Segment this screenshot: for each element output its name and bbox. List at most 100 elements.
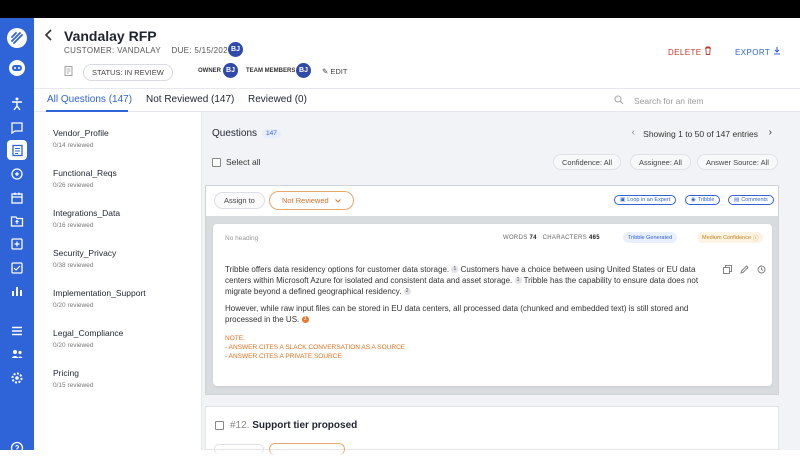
sidebar-item-functional-reqs[interactable]: Functional_Reqs 0/26 reviewed [53,168,117,189]
word-character-count: WORDS 74 CHARACTERS 465 [503,235,600,241]
citation-badge[interactable]: 3 [301,316,309,324]
sync-icon[interactable] [7,164,27,184]
section-progress: 0/26 reviewed [53,182,94,189]
sidebar-item-implementation-support[interactable]: Implementation_Support 0/20 reviewed [53,288,146,309]
words-value: 74 [529,235,537,241]
question-checkbox[interactable] [215,421,224,430]
question-tabs: All Questions (147) Not Reviewed (147) R… [34,88,800,112]
chevron-left-icon[interactable]: ‹ [632,127,635,138]
review-status-dropdown[interactable] [269,443,345,455]
review-status-label: Not Reviewed [282,196,329,205]
sidebar-item-legal-compliance[interactable]: Legal_Compliance 0/20 reviewed [53,328,123,349]
section-sidebar: Vendor_Profile 0/14 reviewed Functional_… [34,112,202,450]
due-date-label: DUE: 5/15/2026 [171,46,233,55]
export-label: EXPORT [735,48,771,57]
question-card: Assign to Not Reviewed ▣ Loop in an Expe… [205,185,779,395]
list-icon[interactable] [7,321,27,341]
tab-reviewed[interactable]: Reviewed (0) [248,94,307,105]
tab-not-reviewed[interactable]: Not Reviewed (147) [146,94,234,105]
tribble-label: Tribble [697,197,715,203]
checklist-icon[interactable] [7,258,27,278]
download-icon [773,47,781,57]
section-progress: 0/15 reviewed [53,382,94,389]
status-badge[interactable]: STATUS: IN REVIEW [83,63,173,81]
avatar[interactable]: BJ [228,42,243,57]
calendar-icon[interactable] [7,188,27,208]
add-box-icon[interactable] [7,234,27,254]
answer-tools [723,265,766,276]
users-icon[interactable] [7,344,27,364]
tab-all-questions[interactable]: All Questions (147) [47,94,132,105]
accessibility-icon[interactable] [7,94,27,114]
question-text: Support tier proposed [252,420,358,431]
tribble-button[interactable]: ◉ Tribble [685,195,721,205]
sidebar-item-vendor-profile[interactable]: Vendor_Profile 0/14 reviewed [53,128,109,149]
folder-upload-icon[interactable] [7,211,27,231]
export-button[interactable]: EXPORT [735,46,781,57]
chat-icon[interactable] [7,118,27,138]
sidebar-item-integrations-data[interactable]: Integrations_Data 0/16 reviewed [53,208,120,229]
section-name: Legal_Compliance [53,328,124,338]
citation-badge[interactable]: 1 [514,277,522,285]
section-progress: 0/16 reviewed [53,222,94,229]
loop-in-expert-label: Loop in an Expert [627,197,671,203]
search-box[interactable]: Search for an item [614,93,794,109]
edit-button[interactable]: ✎ EDIT [322,67,347,76]
assignee-filter[interactable]: Assignee: All [630,154,691,170]
answer-sentence: Tribble offers data residency options fo… [225,265,450,274]
app-nav-rail [0,18,34,455]
bot-icon[interactable] [7,58,27,78]
comments-button[interactable]: ▤ Comments [728,195,774,205]
comment-icon: ▤ [734,197,740,203]
analytics-icon[interactable] [7,281,27,301]
note-line: - ANSWER CITES A PRIVATE SOURCE [225,353,342,360]
assign-to-button[interactable]: Assign to [214,192,265,209]
info-icon: ⓘ [752,235,759,242]
questions-panel: Questions 147 ‹ Showing 1 to 50 of 147 e… [202,112,800,455]
delete-button[interactable]: DELETE [668,46,712,57]
sidebar-item-security-privacy[interactable]: Security_Privacy 0/38 reviewed [53,248,116,269]
question-title: #12. Support tier proposed [230,420,357,431]
section-name: Vendor_Profile [53,128,109,138]
back-arrow-icon[interactable] [44,28,54,47]
loop-in-expert-button[interactable]: ▣ Loop in an Expert [614,195,677,205]
answer-source-filter[interactable]: Answer Source: All [697,154,778,170]
history-icon[interactable] [757,265,766,276]
document-icon [64,66,73,78]
delete-label: DELETE [668,48,702,57]
section-progress: 0/20 reviewed [53,302,94,309]
section-name: Integrations_Data [53,208,121,218]
trash-icon [704,46,712,57]
team-member-avatar[interactable]: BJ [296,63,311,78]
rfp-document-icon[interactable] [7,140,27,160]
section-name: Security_Privacy [53,248,117,258]
assign-to-button[interactable] [214,444,264,454]
section-progress: 0/14 reviewed [53,142,94,149]
citation-badge[interactable]: 2 [403,288,411,296]
questions-count-badge: 147 [262,129,281,138]
rfp-header: Vandalay RFP CUSTOMER: VANDALAY DUE: 5/1… [34,18,800,88]
settings-gear-icon[interactable] [7,368,27,388]
expert-icon: ▣ [620,197,626,203]
answer-text[interactable]: Tribble offers data residency options fo… [225,264,715,361]
citation-badge[interactable]: 1 [451,266,459,274]
edit-pencil-icon[interactable] [740,265,749,276]
answer-panel[interactable]: No heading WORDS 74 CHARACTERS 465 Tribb… [213,224,772,386]
search-input[interactable]: Search for an item [634,96,703,106]
confidence-label: Medium Confidence [702,234,751,241]
review-status-dropdown[interactable]: Not Reviewed [269,191,354,210]
help-icon[interactable] [7,438,27,458]
team-members-label: TEAM MEMBERS [246,68,296,74]
section-name: Pricing [53,368,79,378]
answer-paragraph-1: Tribble offers data residency options fo… [225,264,715,297]
confidence-filter[interactable]: Confidence: All [553,154,622,170]
checkbox-box[interactable] [212,157,221,167]
characters-value: 465 [588,235,600,241]
sidebar-item-pricing[interactable]: Pricing 0/15 reviewed [53,368,93,389]
owner-avatar[interactable]: BJ [223,63,238,78]
select-all-checkbox[interactable]: Select all [212,157,261,167]
copy-icon[interactable] [723,265,732,276]
app-logo-icon[interactable] [7,28,27,48]
chevron-right-icon[interactable]: › [769,127,772,138]
answer-note: NOTE: - ANSWER CITES A SLACK CONVERSATIO… [225,334,715,361]
